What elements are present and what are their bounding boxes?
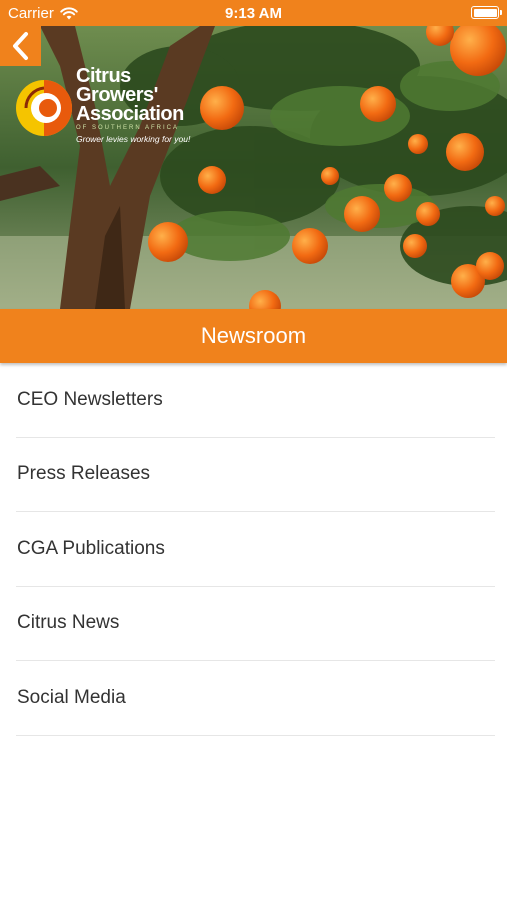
menu-item-label: Citrus News	[17, 612, 120, 634]
menu-item-press-releases[interactable]: Press Releases	[16, 438, 495, 512]
logo-tagline: Grower levies working for you!	[76, 134, 191, 144]
menu-item-citrus-news[interactable]: Citrus News	[16, 587, 495, 661]
cga-emblem-icon	[16, 80, 72, 136]
logo-subline: OF SOUTHERN AFRICA	[76, 125, 180, 131]
page-title: Newsroom	[0, 309, 507, 363]
back-button[interactable]	[0, 26, 41, 66]
logo-line-1: Citrus	[76, 65, 131, 87]
menu-item-ceo-newsletters[interactable]: CEO Newsletters	[16, 363, 495, 438]
chevron-left-icon	[12, 32, 28, 60]
menu-item-social-media[interactable]: Social Media	[16, 661, 495, 736]
status-bar: Carrier 9:13 AM	[0, 0, 507, 26]
menu-item-label: CEO Newsletters	[17, 388, 163, 410]
newsroom-menu: CEO Newsletters Press Releases CGA Publi…	[0, 363, 507, 736]
menu-item-label: Social Media	[17, 686, 126, 708]
menu-item-cga-publications[interactable]: CGA Publications	[16, 512, 495, 587]
menu-item-label: CGA Publications	[17, 537, 165, 559]
menu-item-label: Press Releases	[17, 463, 151, 485]
logo-line-2: Growers'	[76, 84, 158, 106]
clock: 9:13 AM	[225, 5, 282, 22]
logo-line-3: Association	[76, 103, 184, 125]
cga-logo: Citrus Growers' Association OF SOUTHERN …	[14, 64, 194, 154]
battery-icon	[471, 6, 502, 19]
